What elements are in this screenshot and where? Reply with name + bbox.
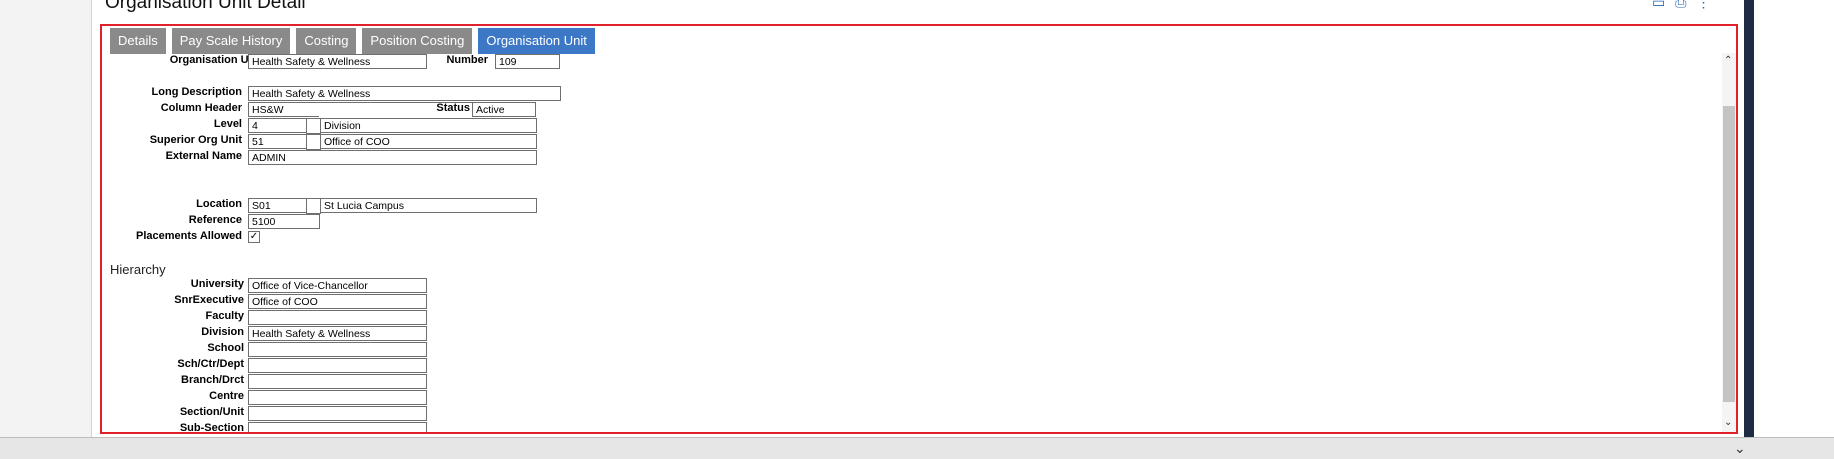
tab-bar: Details Pay Scale History Costing Positi… [110, 28, 595, 54]
hierarchy-field-division: Health Safety & Wellness [248, 326, 427, 341]
external-name-label: External Name [165, 150, 242, 162]
help-icon[interactable]: ▭ [1652, 0, 1665, 11]
hierarchy-label-school: School [207, 342, 244, 354]
tab-pay-scale-history[interactable]: Pay Scale History [171, 28, 291, 54]
reference-field[interactable]: 5100 [248, 214, 320, 229]
column-header-label: Column Header [160, 102, 242, 114]
left-gutter [0, 0, 92, 437]
reference-label: Reference [188, 214, 242, 226]
location-code-field[interactable]: S01 [248, 198, 307, 213]
column-header-field[interactable]: HS&W [248, 102, 320, 117]
vertical-scrollbar[interactable]: ⌃ ⌄ [1722, 53, 1736, 432]
org-unit-label: Organisation Unit [169, 54, 262, 66]
tab-costing[interactable]: Costing [296, 28, 357, 54]
hierarchy-label-faculty: Faculty [205, 310, 244, 322]
top-actions: ▭ ⎙ ⋮ [1652, 0, 1710, 11]
hierarchy-title: Hierarchy [110, 262, 166, 277]
superior-code-field[interactable]: 51 [248, 134, 307, 149]
location-lookup-button[interactable] [306, 198, 321, 214]
page-title: Organisation Unit Detail [105, 0, 306, 13]
hierarchy-label-centre: Centre [209, 390, 244, 402]
superior-lookup-button[interactable] [306, 134, 321, 150]
bottom-strip: ⌄ [0, 437, 1834, 459]
tab-details[interactable]: Details [110, 28, 166, 54]
number-field[interactable]: 109 [495, 54, 560, 69]
hierarchy-label-sub-section: Sub-Section [179, 422, 244, 434]
hierarchy-field-university: Office of Vice-Chancellor [248, 278, 427, 293]
hierarchy-label-sch-ctr-dept: Sch/Ctr/Dept [177, 358, 244, 370]
location-desc-field: St Lucia Campus [320, 198, 537, 213]
window-edge [1744, 0, 1754, 437]
placements-label: Placements Allowed [136, 230, 242, 242]
print-icon[interactable]: ⎙ [1675, 0, 1686, 11]
status-label: Status [436, 102, 470, 114]
hierarchy-label-section-unit: Section/Unit [179, 406, 244, 418]
hierarchy-field-sub-section [248, 422, 427, 432]
hierarchy-field-sch-ctr-dept [248, 358, 427, 373]
detail-panel: Details Pay Scale History Costing Positi… [100, 24, 1738, 434]
hierarchy-label-division: Division [201, 326, 244, 338]
level-lookup-button[interactable] [306, 118, 321, 134]
status-field[interactable]: Active [472, 102, 536, 117]
placements-checkbox[interactable]: ✓ [248, 231, 260, 243]
hierarchy-field-section-unit [248, 406, 427, 421]
hierarchy-field-snrexecutive: Office of COO [248, 294, 427, 309]
scroll-down-icon[interactable]: ⌄ [1724, 417, 1732, 428]
hierarchy-label-snrexecutive: SnrExecutive [174, 294, 244, 306]
tab-position-costing[interactable]: Position Costing [362, 28, 473, 54]
hierarchy-field-centre [248, 390, 427, 405]
hierarchy-field-branch-drct [248, 374, 427, 389]
superior-label: Superior Org Unit [149, 134, 242, 146]
location-label: Location [196, 198, 242, 210]
org-unit-field[interactable]: Health Safety & Wellness [248, 54, 427, 69]
level-desc-field: Division [320, 118, 537, 133]
right-gutter [1754, 0, 1834, 437]
superior-desc-field: Office of COO [320, 134, 537, 149]
level-label: Level [213, 118, 242, 130]
number-label: Number [446, 54, 488, 66]
hierarchy-field-faculty [248, 310, 427, 325]
scrollbar-thumb[interactable] [1723, 106, 1735, 402]
external-name-field[interactable]: ADMIN [248, 150, 537, 165]
long-desc-label: Long Description [151, 86, 242, 98]
more-icon[interactable]: ⋮ [1696, 0, 1710, 11]
scroll-up-icon[interactable]: ⌃ [1724, 55, 1732, 66]
hierarchy-field-school [248, 342, 427, 357]
long-desc-field[interactable]: Health Safety & Wellness [248, 86, 561, 101]
tab-organisation-unit[interactable]: Organisation Unit [478, 28, 595, 54]
hierarchy-label-branch-drct: Branch/Drct [181, 374, 244, 386]
chevron-down-icon[interactable]: ⌄ [1734, 440, 1746, 457]
level-code-field[interactable]: 4 [248, 118, 307, 133]
hierarchy-label-university: University [190, 278, 244, 290]
